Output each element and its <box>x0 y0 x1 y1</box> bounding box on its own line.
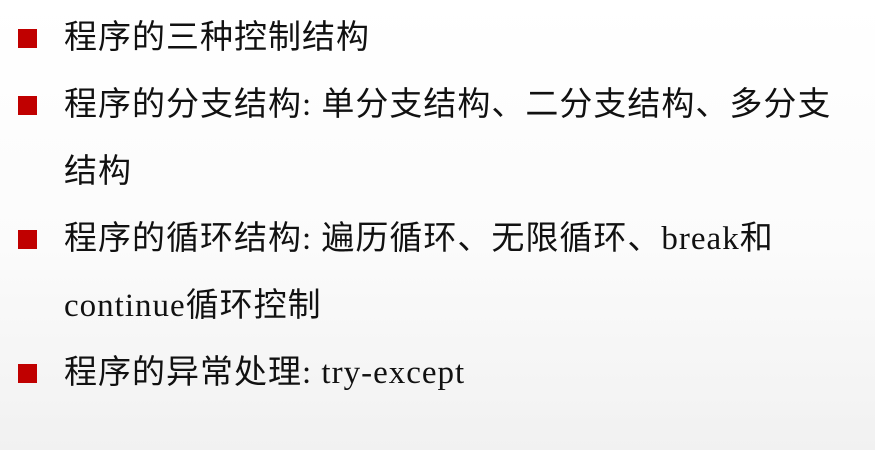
square-bullet-icon <box>18 29 37 48</box>
bullet-text: 程序的循环结构: 遍历循环、无限循环、break和continue循环控制 <box>64 221 774 324</box>
bullet-text: 程序的异常处理: try-except <box>64 355 466 391</box>
bullet-text: 程序的分支结构: 单分支结构、二分支结构、多分支结构 <box>64 87 832 190</box>
square-bullet-icon <box>18 96 37 115</box>
bullet-text: 程序的三种控制结构 <box>64 20 370 56</box>
square-bullet-icon <box>18 230 37 249</box>
square-bullet-icon <box>18 364 37 383</box>
slide: 程序的三种控制结构 程序的分支结构: 单分支结构、二分支结构、多分支结构 程序的… <box>0 0 875 450</box>
